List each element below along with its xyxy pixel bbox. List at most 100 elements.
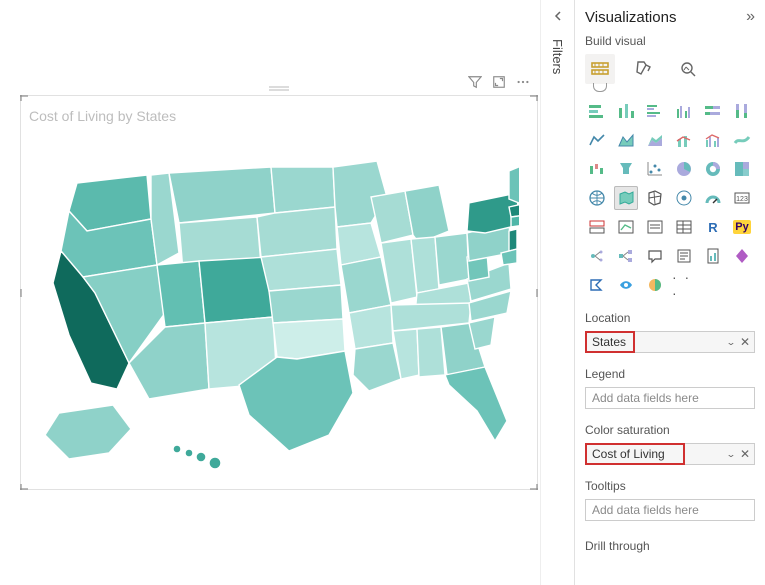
viz-azure-map-icon[interactable] [672, 186, 696, 210]
resize-handle[interactable] [20, 289, 30, 297]
tooltips-label: Tooltips [585, 479, 755, 493]
location-label: Location [585, 311, 755, 325]
map-visual[interactable]: Cost of Living by States [20, 95, 538, 490]
viz-shape-map-icon[interactable] [643, 186, 667, 210]
viz-stacked-area-icon[interactable] [643, 128, 667, 152]
expand-pane-icon[interactable]: » [746, 8, 755, 26]
viz-py-script-icon[interactable]: Py [730, 215, 754, 239]
viz-paginated-report-icon[interactable] [701, 244, 725, 268]
state-nd [271, 167, 335, 213]
viz-waterfall-icon[interactable] [585, 157, 609, 181]
filters-pane-label: Filters [550, 39, 565, 74]
legend-placeholder: Add data fields here [592, 391, 699, 405]
drill-through-label: Drill through [585, 539, 755, 553]
more-options-icon[interactable] [515, 74, 531, 90]
legend-field-well[interactable]: Add data fields here [585, 387, 755, 409]
state-ct-ri [511, 215, 519, 227]
viz-multi-row-card-icon[interactable] [585, 215, 609, 239]
remove-field-icon[interactable]: ✕ [740, 335, 750, 349]
chevron-down-icon[interactable]: ⌄ [726, 449, 736, 459]
filled-map-body[interactable] [35, 146, 523, 479]
state-ks [269, 285, 343, 323]
viz-kpi-icon[interactable] [614, 215, 638, 239]
visual-title: Cost of Living by States [29, 108, 176, 124]
resize-handle[interactable] [528, 95, 538, 103]
state-ar [349, 305, 393, 349]
viz-filled-map-icon[interactable] [614, 186, 638, 210]
build-tabs [585, 52, 755, 85]
viz-goals-icon[interactable] [614, 273, 638, 297]
viz-100stacked-bar-icon[interactable] [701, 99, 725, 123]
color-sat-value: Cost of Living [592, 447, 665, 461]
tab-fields[interactable] [585, 54, 615, 84]
viz-r-script-icon[interactable]: R [701, 215, 725, 239]
filter-icon[interactable] [467, 74, 483, 90]
viz-ribbon-icon[interactable] [730, 128, 754, 152]
tooltips-placeholder: Add data fields here [592, 503, 699, 517]
viz-pie-icon[interactable] [672, 157, 696, 181]
viz-stacked-bar-icon[interactable] [585, 99, 609, 123]
chevron-down-icon[interactable]: ⌄ [726, 337, 736, 347]
state-ne [261, 249, 341, 291]
focus-mode-icon[interactable] [491, 74, 507, 90]
viz-line-stacked-column-icon[interactable] [672, 128, 696, 152]
state-co [199, 257, 273, 323]
resize-handle[interactable] [20, 482, 30, 490]
state-oh [435, 233, 469, 285]
viz-key-influencers-icon[interactable] [585, 244, 609, 268]
pane-title: Visualizations [585, 9, 676, 26]
viz-line-clustered-column-icon[interactable] [701, 128, 725, 152]
location-field-value: States [592, 335, 626, 349]
resize-handle[interactable] [20, 95, 30, 103]
resize-handle[interactable] [528, 482, 538, 490]
viz-qna-icon[interactable] [643, 244, 667, 268]
viz-clustered-bar-icon[interactable] [643, 99, 667, 123]
viz-decomposition-tree-icon[interactable] [614, 244, 638, 268]
state-sd [257, 207, 337, 257]
viz-stacked-column-icon[interactable] [614, 99, 638, 123]
expand-filters-icon[interactable] [552, 10, 564, 25]
viz-table-icon[interactable] [672, 215, 696, 239]
viz-arcgis-icon[interactable] [643, 273, 667, 297]
state-fl [445, 367, 507, 441]
color-sat-label: Color saturation [585, 423, 755, 437]
filters-pane-collapsed[interactable]: Filters [540, 0, 574, 585]
viz-power-apps-icon[interactable] [730, 244, 754, 268]
remove-field-icon[interactable]: ✕ [740, 447, 750, 461]
location-field-well[interactable]: States ⌄ ✕ [585, 331, 755, 353]
viz-clustered-column-icon[interactable] [672, 99, 696, 123]
tooltips-field-well[interactable]: Add data fields here [585, 499, 755, 521]
viz-slicer-icon[interactable] [643, 215, 667, 239]
svg-text:123: 123 [736, 196, 748, 203]
tab-analytics[interactable] [673, 54, 703, 84]
report-canvas[interactable]: Cost of Living by States [0, 0, 538, 585]
state-nj [509, 229, 517, 251]
viz-scatter-icon[interactable] [643, 157, 667, 181]
state-mt [169, 167, 275, 223]
viz-card-icon[interactable]: 123 [730, 186, 754, 210]
viz-funnel-icon[interactable] [614, 157, 638, 181]
state-hi [173, 445, 221, 469]
visual-toolbar [467, 74, 531, 90]
viz-treemap-icon[interactable] [730, 157, 754, 181]
viz-get-more-icon[interactable]: · · · [672, 273, 696, 297]
state-ut [157, 261, 205, 327]
resize-handle[interactable] [528, 289, 538, 297]
state-mo [341, 257, 391, 313]
visual-gallery: 123 R Py · · · [585, 99, 755, 297]
viz-power-automate-icon[interactable] [585, 273, 609, 297]
visual-drag-handle[interactable] [21, 82, 537, 96]
viz-100stacked-column-icon[interactable] [730, 99, 754, 123]
pane-subtitle: Build visual [585, 32, 755, 52]
state-vt-nh-me [509, 161, 519, 203]
viz-map-icon[interactable] [585, 186, 609, 210]
color-sat-field-well[interactable]: Cost of Living ⌄ ✕ [585, 443, 755, 465]
viz-donut-icon[interactable] [701, 157, 725, 181]
state-al [417, 327, 445, 377]
tab-format[interactable] [629, 54, 659, 84]
viz-line-icon[interactable] [585, 128, 609, 152]
viz-area-icon[interactable] [614, 128, 638, 152]
viz-smart-narrative-icon[interactable] [672, 244, 696, 268]
visualizations-pane: Visualizations » Build visual [574, 0, 765, 585]
viz-gauge-icon[interactable] [701, 186, 725, 210]
